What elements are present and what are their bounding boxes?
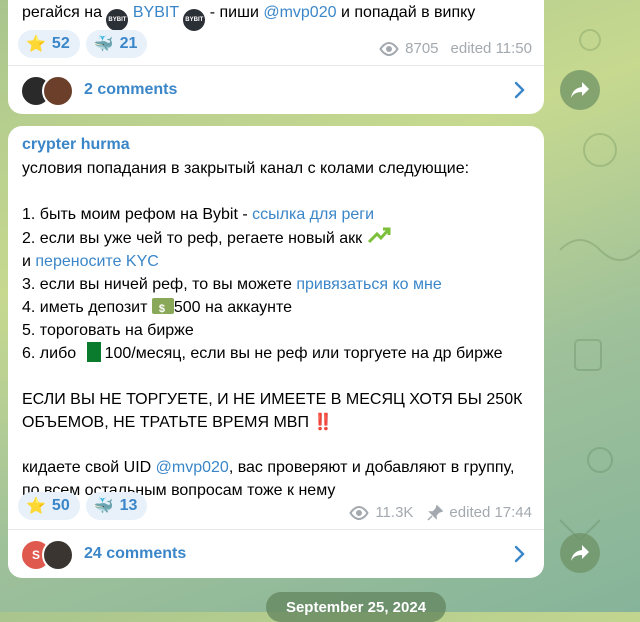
pin-icon — [427, 504, 444, 521]
reaction-count: 52 — [51, 35, 70, 52]
reaction-count: 13 — [119, 497, 138, 514]
avatar — [42, 75, 74, 107]
channel-post-2: crypter hurma условия попадания в закрыт… — [8, 126, 544, 578]
reaction-star[interactable]: ⭐ 50 — [18, 492, 80, 520]
intro-line: условия попадания в закрытый канал с кол… — [22, 160, 470, 177]
post1-reactions: ⭐ 52 🐳 21 — [18, 30, 148, 58]
post2-reactions: ⭐ 50 🐳 13 — [18, 492, 148, 520]
mention-link[interactable]: @mvp020 — [156, 459, 229, 476]
bybit-logo-icon: BYBIT — [106, 9, 129, 31]
post1-text: регайся на BYBIT BYBIT BYBIT - пиши @mvp… — [22, 2, 475, 31]
warning-text: ЕСЛИ ВЫ НЕ ТОРГУЕТЕ, И НЕ ИМЕЕТЕ В МЕСЯЦ… — [22, 390, 523, 431]
item-6-suffix: 100/месяц, если вы не реф или торгуете н… — [104, 345, 503, 363]
whale-icon: 🐳 — [93, 498, 114, 515]
share-arrow-icon — [571, 82, 589, 98]
reaction-whale[interactable]: 🐳 13 — [85, 492, 148, 520]
item-4-suffix: 500 на аккаунте — [173, 298, 293, 316]
double-exclamation-icon: ‼️ — [313, 413, 334, 431]
item-3-text: 3. если вы ничей реф, то вы можете — [22, 275, 297, 293]
comments-link[interactable]: 2 comments — [84, 81, 177, 99]
share-arrow-icon — [571, 545, 589, 561]
post1-text-suffix: и попадай в випку — [336, 4, 476, 21]
dollar-bill-icon — [151, 297, 174, 321]
warning-line: ЕСЛИ ВЫ НЕ ТОРГУЕТЕ, И НЕ ИМЕЕТЕ В МЕСЯЦ… — [22, 389, 534, 435]
reaction-count: 21 — [119, 35, 138, 52]
view-count: 11.3K — [375, 504, 414, 521]
commenter-avatars: S — [20, 539, 76, 571]
commenter-avatars — [20, 75, 76, 107]
date-separator: September 25, 2024 — [266, 592, 446, 622]
chevron-right-icon — [514, 545, 525, 563]
item-2b-text: и — [22, 253, 36, 271]
post1-meta: 8705 edited 11:50 — [379, 40, 532, 57]
eye-icon — [379, 41, 399, 56]
mention-link[interactable]: @mvp020 — [263, 4, 336, 21]
comments-row[interactable]: 2 comments — [8, 66, 544, 114]
comments-row[interactable]: S 24 comments — [8, 530, 544, 578]
reaction-star[interactable]: ⭐ 52 — [18, 30, 80, 58]
bind-link[interactable]: привязаться ко мне — [296, 276, 441, 293]
item-2: 2. если вы уже чей то реф, регаете новый… — [22, 226, 534, 251]
whale-icon: 🐳 — [93, 36, 114, 53]
post1-text-prefix: регайся на — [22, 4, 102, 21]
green-flag-icon — [86, 342, 101, 363]
post2-meta: 11.3K edited 17:44 — [349, 504, 532, 521]
item-5: 5. тороговать на бирже — [22, 321, 194, 339]
item-4-prefix: 4. иметь депозит — [22, 298, 152, 316]
edited-time: edited 11:50 — [450, 40, 532, 57]
money-arrow-icon — [367, 227, 391, 244]
item-4: 4. иметь депозит 500 на аккаунте — [22, 297, 534, 321]
item-3: 3. если вы ничей реф, то вы можете привя… — [22, 274, 534, 297]
kyc-link[interactable]: переносите KYC — [35, 253, 158, 270]
post-author[interactable]: crypter hurma — [22, 136, 130, 154]
bybit-link[interactable]: BYBIT — [133, 4, 179, 21]
share-button[interactable] — [560, 70, 600, 110]
view-count: 8705 — [405, 40, 439, 57]
item-6: 6. либо 100/месяц, если вы не реф или то… — [22, 342, 534, 366]
item-6-prefix: 6. либо — [22, 345, 81, 363]
reaction-count: 50 — [51, 497, 70, 514]
item-1-text: 1. быть моим рефом на Bybit - — [22, 205, 253, 223]
avatar — [42, 539, 74, 571]
star-icon: ⭐ — [26, 498, 46, 515]
reaction-whale[interactable]: 🐳 21 — [85, 30, 148, 58]
chevron-right-icon — [514, 81, 525, 99]
comments-link[interactable]: 24 comments — [84, 545, 186, 563]
post1-text-middle: - пиши — [209, 4, 264, 21]
item-2-text: 2. если вы уже чей то реф, регаете новый… — [22, 230, 363, 248]
channel-post-1: регайся на BYBIT BYBIT BYBIT - пиши @mvp… — [8, 0, 544, 114]
post2-text: условия попадания в закрытый канал с кол… — [22, 158, 534, 503]
bybit-logo-icon-2: BYBIT — [183, 9, 206, 31]
eye-icon — [349, 505, 369, 520]
footer-prefix: кидаете свой UID — [22, 459, 156, 477]
item-2b: и переносите KYC — [22, 251, 534, 274]
edited-time: edited 17:44 — [449, 504, 532, 521]
item-1: 1. быть моим рефом на Bybit - ссылка для… — [22, 204, 534, 227]
registration-link[interactable]: ссылка для реги — [252, 206, 374, 223]
star-icon: ⭐ — [26, 36, 46, 53]
share-button[interactable] — [560, 533, 600, 573]
